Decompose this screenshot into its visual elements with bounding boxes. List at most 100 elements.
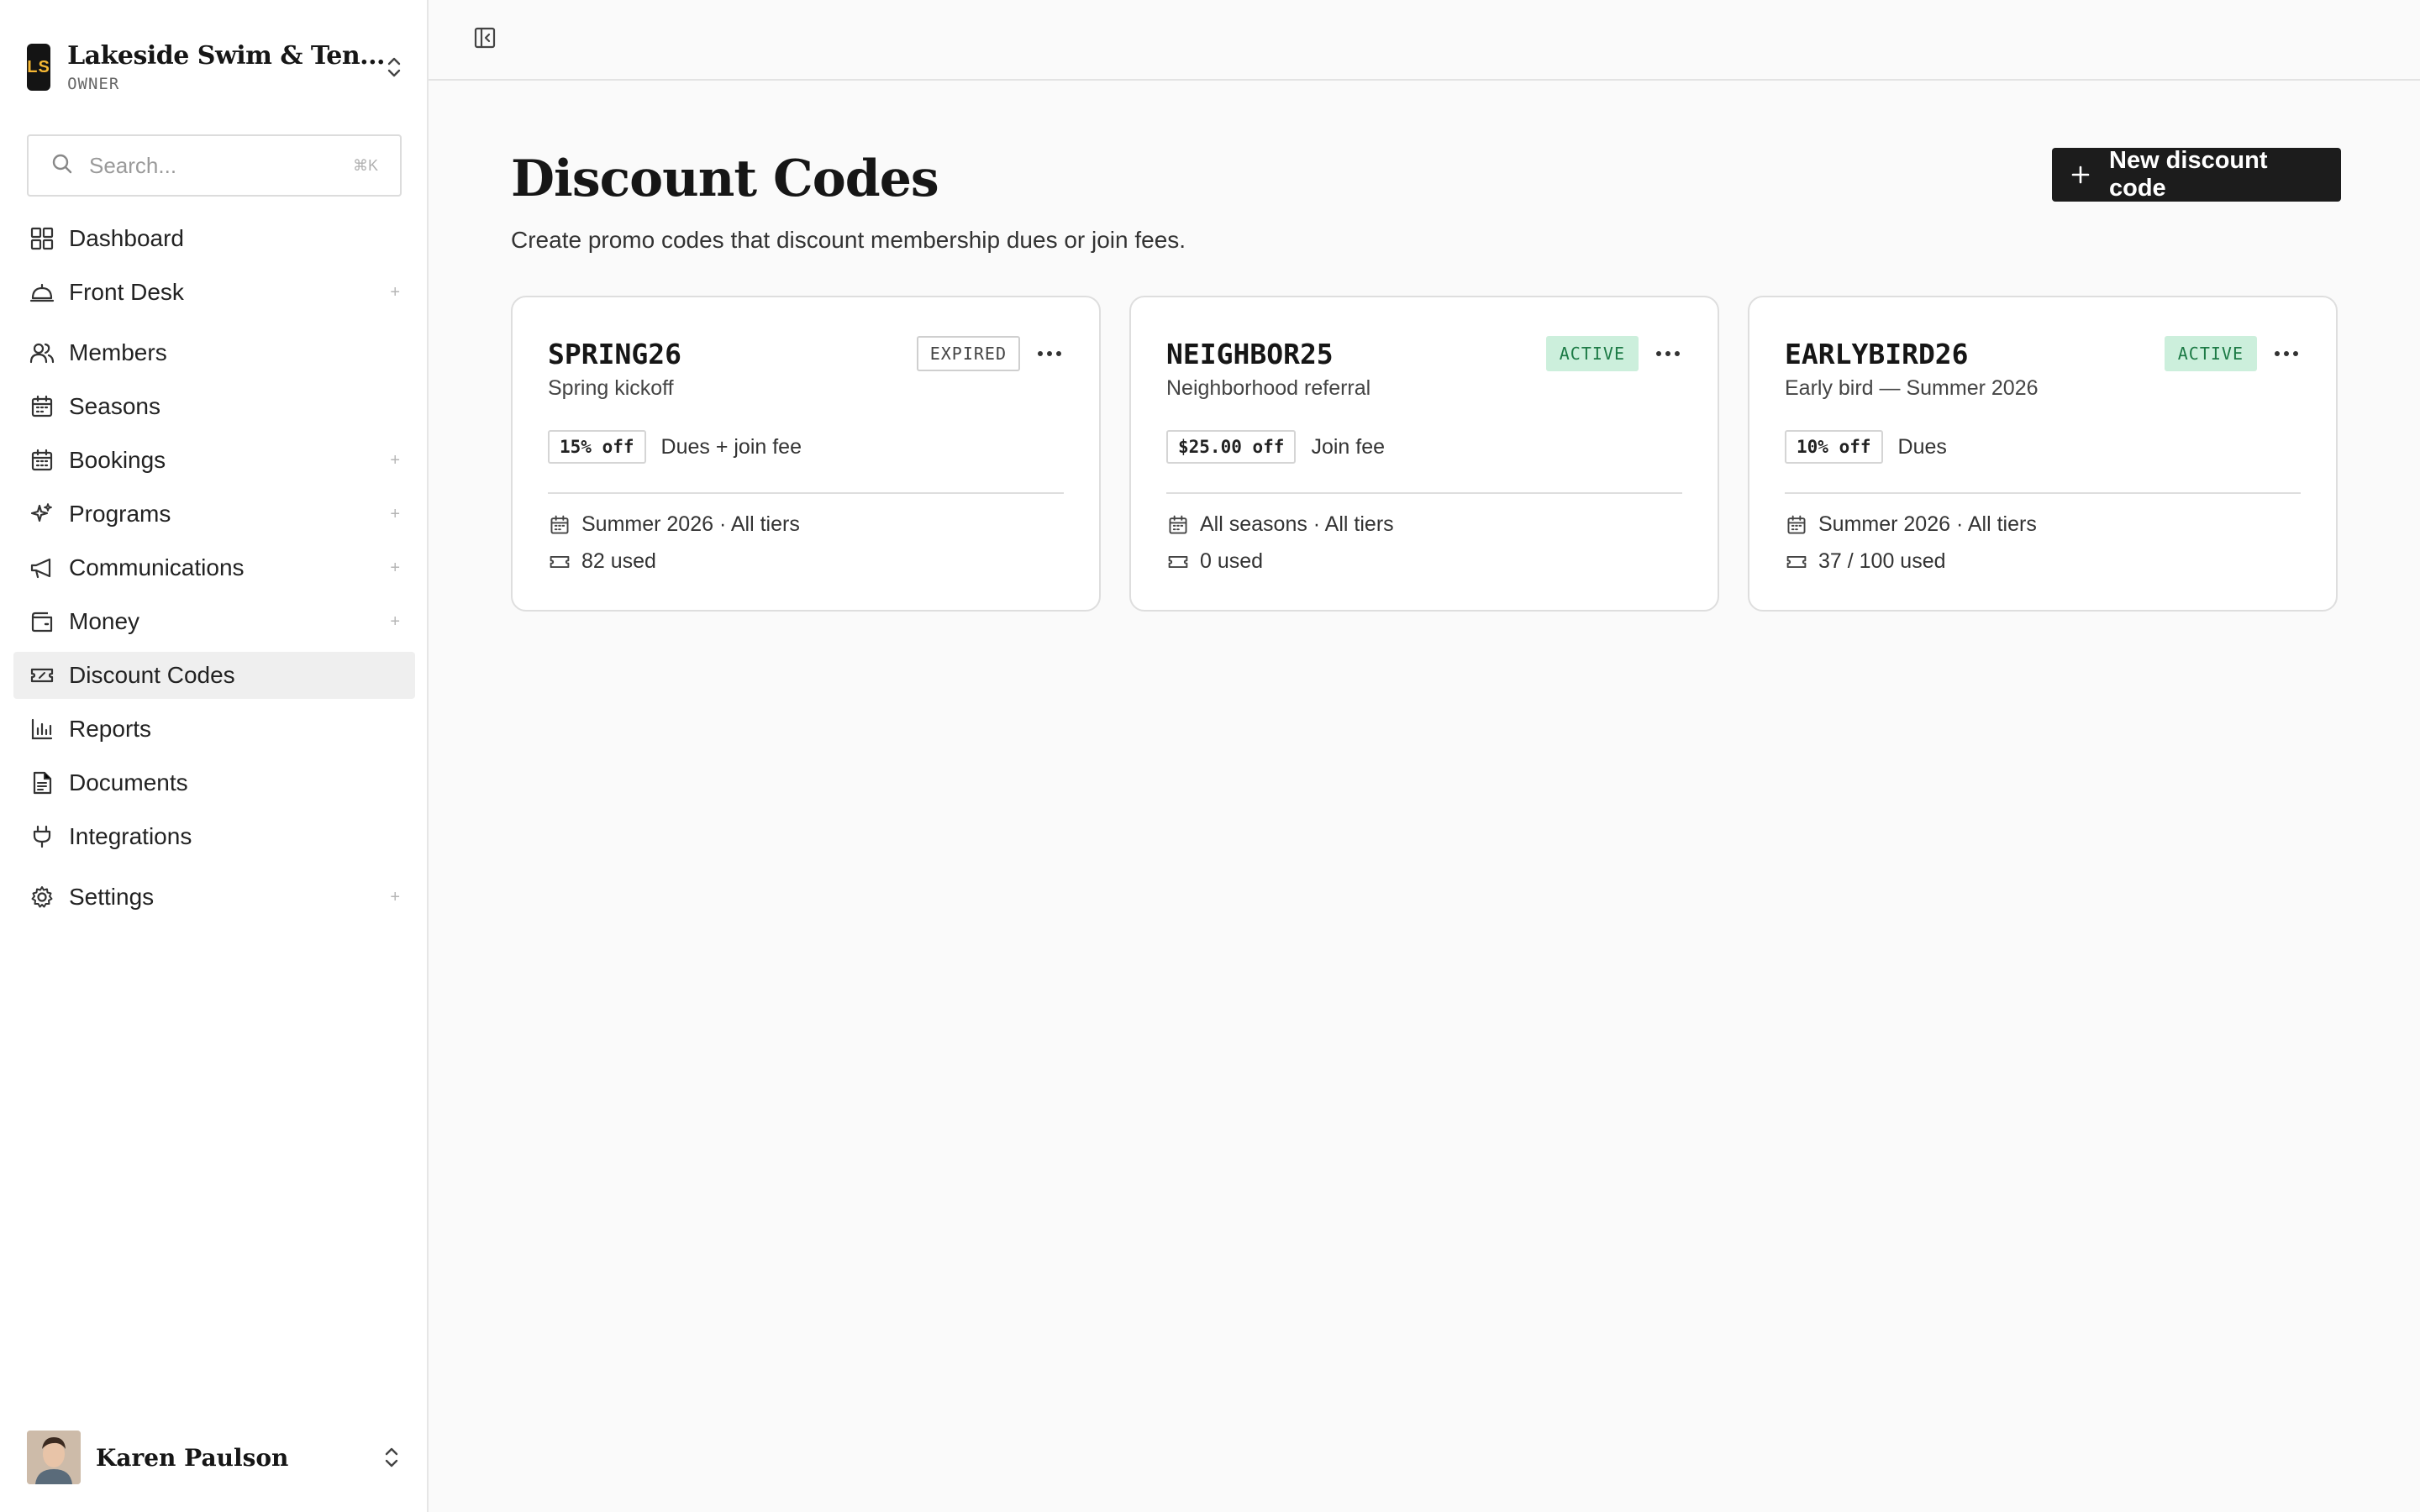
sidebar-item-members[interactable]: Members	[13, 329, 415, 376]
plug-icon	[29, 823, 55, 850]
discount-applies-to: Join fee	[1311, 434, 1385, 459]
calendar-icon	[1785, 513, 1808, 537]
card-divider	[548, 492, 1064, 494]
discount-usage-row: 0 used	[1166, 549, 1263, 574]
sidebar-item-label: Members	[69, 339, 167, 365]
sidebar-item-programs[interactable]: Programs +	[13, 491, 415, 538]
more-options-icon[interactable]	[2272, 341, 2301, 366]
status-badge: ACTIVE	[1545, 336, 1639, 371]
user-name: Karen Paulson	[96, 1443, 289, 1472]
org-switcher[interactable]: LS Lakeside Swim & Ten... OWNER	[27, 41, 403, 93]
ticket-icon	[1785, 550, 1808, 574]
org-role: OWNER	[67, 75, 120, 93]
sidebar-item-settings[interactable]: Settings +	[13, 874, 415, 921]
bar-chart-icon	[29, 716, 55, 743]
sidebar-item-label: Discount Codes	[69, 662, 235, 688]
org-text: Lakeside Swim & Ten... OWNER	[67, 41, 385, 93]
discount-card-neighbor25[interactable]: NEIGHBOR25 Neighborhood referral ACTIVE …	[1129, 296, 1719, 612]
ticket-icon	[548, 550, 571, 574]
plus-icon	[2070, 160, 2091, 190]
discount-code: SPRING26	[548, 338, 681, 370]
sidebar-item-documents[interactable]: Documents	[13, 759, 415, 806]
discount-amount: 10% off	[1785, 430, 1883, 464]
users-icon	[29, 339, 55, 366]
discount-scope: All seasons · All tiers	[1200, 512, 1394, 536]
plus-icon[interactable]: +	[390, 888, 400, 907]
discount-card-earlybird26[interactable]: EARLYBIRD26 Early bird — Summer 2026 ACT…	[1748, 296, 2338, 612]
discount-usage: 37 / 100 used	[1818, 549, 1946, 573]
plus-icon[interactable]: +	[390, 451, 400, 470]
new-discount-code-button[interactable]: New discount code	[2052, 147, 2341, 202]
main-content: Discount Codes Create promo codes that d…	[429, 0, 2420, 1512]
discount-amount: 15% off	[548, 430, 646, 464]
discount-scope-row: All seasons · All tiers	[1166, 512, 1394, 537]
sidebar-item-label: Documents	[69, 769, 188, 795]
more-options-icon[interactable]	[1654, 341, 1682, 366]
discount-scope: Summer 2026 · All tiers	[581, 512, 800, 536]
sidebar-item-bookings[interactable]: Bookings +	[13, 437, 415, 484]
discount-description: Neighborhood referral	[1166, 376, 1371, 400]
org-logo: LS	[27, 44, 51, 91]
sidebar-item-label: Front Desk	[69, 279, 184, 305]
sidebar-nav: Dashboard Front Desk + Members Seasons B…	[13, 215, 415, 927]
chevron-up-down-icon[interactable]	[385, 54, 403, 81]
page-title: Discount Codes	[511, 150, 939, 208]
plus-icon[interactable]: +	[390, 505, 400, 524]
discount-code: NEIGHBOR25	[1166, 338, 1334, 370]
grid-icon	[29, 225, 55, 252]
discount-usage-row: 37 / 100 used	[1785, 549, 1946, 574]
status-badge: ACTIVE	[2164, 336, 2257, 371]
discount-usage-row: 82 used	[548, 549, 656, 574]
card-divider	[1785, 492, 2301, 494]
sidebar-item-reports[interactable]: Reports	[13, 706, 415, 753]
ticket-icon	[29, 662, 55, 689]
topbar	[429, 0, 2420, 81]
discount-usage: 0 used	[1200, 549, 1264, 573]
sidebar: LS Lakeside Swim & Ten... OWNER Search..…	[0, 0, 429, 1512]
calendar-icon	[1166, 513, 1190, 537]
avatar	[27, 1431, 81, 1484]
discount-code-list: SPRING26 Spring kickoff EXPIRED 15% off …	[511, 296, 2338, 612]
chevron-up-down-icon[interactable]	[380, 1444, 403, 1471]
sidebar-item-label: Settings	[69, 884, 155, 910]
discount-amount-row: 15% off Dues + join fee	[548, 430, 802, 464]
plus-icon[interactable]: +	[390, 612, 400, 632]
discount-card-spring26[interactable]: SPRING26 Spring kickoff EXPIRED 15% off …	[511, 296, 1101, 612]
sidebar-item-communications[interactable]: Communications +	[13, 544, 415, 591]
sidebar-item-label: Integrations	[69, 823, 192, 849]
search-input[interactable]: Search... ⌘K	[27, 134, 402, 197]
sparkles-icon	[29, 501, 55, 528]
more-options-icon[interactable]	[1035, 341, 1064, 366]
discount-applies-to: Dues	[1897, 434, 1947, 459]
bell-desk-icon	[29, 279, 55, 306]
org-name: Lakeside Swim & Ten...	[67, 41, 385, 71]
status-badge: EXPIRED	[916, 336, 1020, 371]
sidebar-item-front-desk[interactable]: Front Desk +	[13, 269, 415, 316]
sidebar-item-integrations[interactable]: Integrations	[13, 813, 415, 860]
discount-description: Spring kickoff	[548, 376, 674, 400]
sidebar-item-money[interactable]: Money +	[13, 598, 415, 645]
user-menu[interactable]: Karen Paulson	[27, 1430, 403, 1485]
app-shell: LS Lakeside Swim & Ten... OWNER Search..…	[0, 0, 2420, 1512]
discount-code: EARLYBIRD26	[1785, 338, 1969, 370]
discount-amount-row: $25.00 off Join fee	[1166, 430, 1385, 464]
card-divider	[1166, 492, 1682, 494]
discount-scope: Summer 2026 · All tiers	[1818, 512, 2037, 536]
sidebar-item-seasons[interactable]: Seasons	[13, 383, 415, 430]
sidebar-item-label: Seasons	[69, 393, 160, 419]
sidebar-item-dashboard[interactable]: Dashboard	[13, 215, 415, 262]
discount-amount-row: 10% off Dues	[1785, 430, 1947, 464]
search-icon	[50, 152, 74, 180]
discount-applies-to: Dues + join fee	[660, 434, 802, 459]
sidebar-item-label: Money	[69, 608, 140, 634]
sidebar-item-label: Communications	[69, 554, 245, 580]
calendar-check-icon	[29, 447, 55, 474]
sidebar-toggle-icon[interactable]	[472, 25, 497, 55]
ticket-icon	[1166, 550, 1190, 574]
sidebar-item-discount-codes[interactable]: Discount Codes	[13, 652, 415, 699]
calendar-icon	[29, 393, 55, 420]
plus-icon[interactable]: +	[390, 559, 400, 578]
plus-icon[interactable]: +	[390, 283, 400, 302]
search-placeholder: Search...	[89, 152, 177, 178]
new-discount-code-label: New discount code	[2109, 147, 2268, 202]
